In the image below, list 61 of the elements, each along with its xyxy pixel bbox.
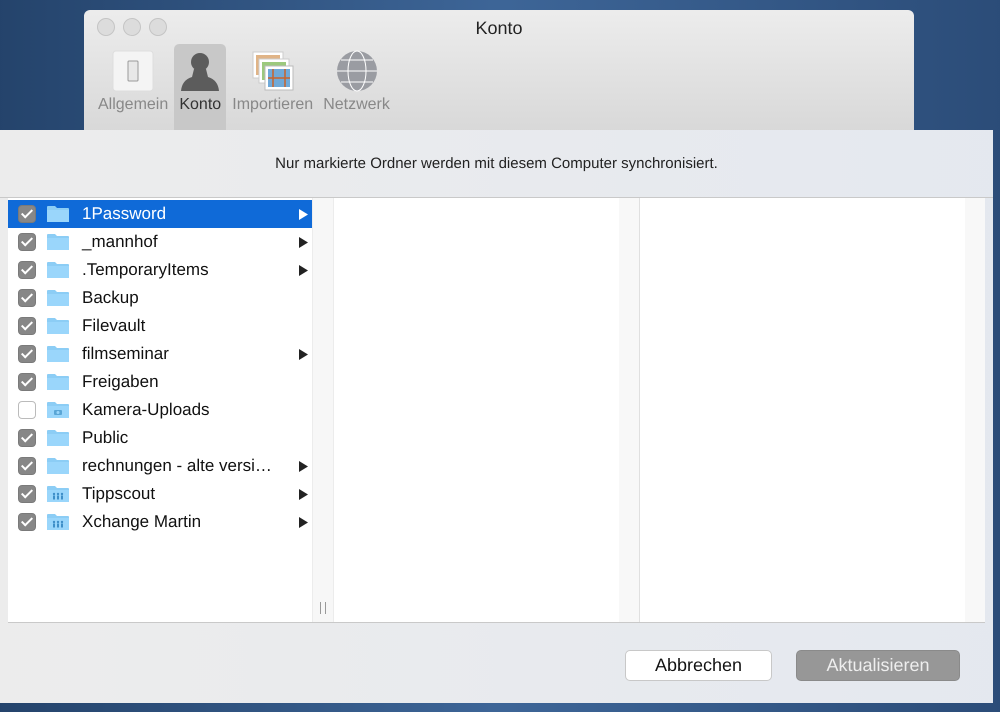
checkbox[interactable]	[18, 261, 36, 279]
shared-folder-icon	[46, 485, 70, 503]
folder-name: Tippscout	[82, 484, 156, 504]
resize-handle[interactable]	[320, 602, 326, 614]
disclosure-arrow-icon[interactable]	[299, 348, 308, 360]
folder-name: .TemporaryItems	[82, 260, 210, 280]
checkbox[interactable]	[18, 457, 36, 475]
folder-row[interactable]: 1Password	[8, 200, 312, 228]
folder-row[interactable]: Kamera-Uploads	[8, 396, 312, 424]
checkbox[interactable]	[18, 289, 36, 307]
folder-name: Backup	[82, 288, 140, 308]
checkbox[interactable]	[18, 233, 36, 251]
folder-row[interactable]: Backup	[8, 284, 312, 312]
folder-row[interactable]: Xchange Martin	[8, 508, 312, 536]
folder-name: Freigaben	[82, 372, 160, 392]
folder-icon	[46, 289, 70, 307]
folder-name: Kamera-Uploads	[82, 400, 211, 420]
checkbox[interactable]	[18, 513, 36, 531]
folder-row[interactable]: _mannhof	[8, 228, 312, 256]
folder-name: 1Password	[82, 204, 168, 224]
folder-name: Xchange Martin	[82, 512, 202, 532]
disclosure-arrow-icon[interactable]	[299, 264, 308, 276]
shared-folder-icon	[46, 513, 70, 531]
folder-icon	[46, 261, 70, 279]
disclosure-arrow-icon[interactable]	[299, 516, 308, 528]
folder-name: Filevault	[82, 316, 146, 336]
folder-row[interactable]: rechnungen - alte versi…	[8, 452, 312, 480]
folder-icon	[46, 233, 70, 251]
folder-icon	[46, 317, 70, 335]
camera-folder-icon	[46, 401, 70, 419]
folder-row[interactable]: Public	[8, 424, 312, 452]
folder-icon	[46, 457, 70, 475]
folder-icon	[46, 373, 70, 391]
disclosure-arrow-icon[interactable]	[299, 236, 308, 248]
window-title: Konto	[474, 17, 524, 40]
toolbar-tab[interactable]: Konto	[174, 44, 226, 130]
folder-name: _mannhof	[82, 232, 159, 252]
checkbox[interactable]	[18, 401, 36, 419]
folder-name: filmseminar	[82, 344, 170, 364]
switch-icon	[111, 49, 156, 93]
globe-icon	[334, 49, 379, 93]
checkbox[interactable]	[18, 317, 36, 335]
photos-icon	[250, 49, 295, 93]
folder-row[interactable]: filmseminar	[8, 340, 312, 368]
folder-row[interactable]: Tippscout	[8, 480, 312, 508]
checkbox[interactable]	[18, 345, 36, 363]
folder-row[interactable]: .TemporaryItems	[8, 256, 312, 284]
folder-icon	[46, 345, 70, 363]
checkbox[interactable]	[18, 485, 36, 503]
checkbox[interactable]	[18, 205, 36, 223]
disclosure-arrow-icon[interactable]	[299, 460, 308, 472]
folder-name: Public	[82, 428, 130, 448]
folder-row[interactable]: Freigaben	[8, 368, 312, 396]
checkbox[interactable]	[18, 373, 36, 391]
disclosure-arrow-icon[interactable]	[299, 488, 308, 500]
cancel-button[interactable]: Abbrechen	[625, 650, 772, 680]
folder-name: rechnungen - alte versi…	[82, 456, 273, 476]
folder-icon	[46, 205, 70, 223]
folder-icon	[46, 429, 70, 447]
folder-row[interactable]: Filevault	[8, 312, 312, 340]
checkbox[interactable]	[18, 429, 36, 447]
